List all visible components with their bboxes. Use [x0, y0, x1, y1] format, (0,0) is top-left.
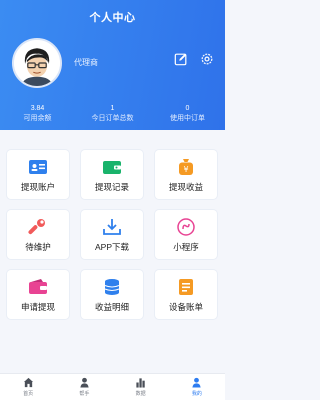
- invoice-icon: [176, 278, 196, 296]
- bar-chart-icon: [135, 377, 146, 388]
- tab-label: 我的: [191, 391, 202, 397]
- page-title: 个人中心: [89, 12, 136, 24]
- tab-helper[interactable]: 帮手: [56, 374, 112, 400]
- mini-program-icon: [176, 218, 196, 236]
- wrench-icon: [28, 218, 48, 236]
- tab-mine[interactable]: 我的: [169, 374, 225, 400]
- menu-label: 设备账单: [168, 302, 203, 312]
- menu-label: 待维护: [25, 242, 51, 252]
- svg-text:¥: ¥: [183, 165, 188, 174]
- menu-apply-withdraw[interactable]: 申请提现: [7, 270, 69, 319]
- menu-label: 提现收益: [168, 182, 203, 192]
- stat-label: 可用余额: [23, 115, 52, 122]
- home-icon: [23, 377, 34, 388]
- menu-label: 小程序: [173, 242, 199, 252]
- stat-label: 今日订单总数: [91, 115, 134, 122]
- menu-label: APP下载: [94, 242, 129, 252]
- person-icon: [79, 377, 90, 388]
- menu-label: 提现记录: [94, 182, 129, 192]
- stat-today-orders[interactable]: 1 今日订单总数: [75, 104, 150, 123]
- tab-label: 数据: [135, 391, 146, 397]
- menu-maintenance[interactable]: 待维护: [7, 210, 69, 259]
- stat-value: 1: [110, 105, 115, 112]
- avatar[interactable]: [12, 38, 62, 88]
- menu-grid: 提现账户 提现记录 ¥ 提现收益 待维护 APP下载 小程序 申请提现 收益明细…: [7, 150, 218, 319]
- settings-icon[interactable]: [200, 52, 214, 66]
- tab-home[interactable]: 首页: [0, 374, 56, 400]
- tab-label: 帮手: [79, 391, 90, 397]
- stat-label: 使用中订单: [170, 115, 205, 122]
- tab-data[interactable]: 数据: [113, 374, 169, 400]
- menu-label: 提现账户: [20, 182, 55, 192]
- stat-value: 0: [185, 105, 190, 112]
- menu-device-bill[interactable]: 设备账单: [155, 270, 217, 319]
- purse-icon: [28, 278, 48, 296]
- coins-stack-icon: [102, 278, 122, 296]
- money-bag-icon: ¥: [176, 158, 196, 176]
- stat-balance[interactable]: 3.84 可用余额: [0, 104, 75, 123]
- tab-label: 首页: [23, 391, 34, 397]
- menu-withdraw-account[interactable]: 提现账户: [7, 150, 69, 199]
- bottom-tab-bar: 首页 帮手 数据 我的: [0, 373, 225, 400]
- id-card-icon: [28, 158, 48, 176]
- menu-label: 申请提现: [20, 302, 55, 312]
- stat-active-orders[interactable]: 0 使用中订单: [150, 104, 225, 123]
- stat-value: 3.84: [30, 105, 45, 112]
- download-icon: [102, 218, 122, 236]
- menu-app-download[interactable]: APP下载: [81, 210, 143, 259]
- edit-icon[interactable]: [174, 52, 188, 66]
- stats-row: 3.84 可用余额 1 今日订单总数 0 使用中订单: [0, 104, 225, 123]
- menu-earnings-detail[interactable]: 收益明细: [81, 270, 143, 319]
- menu-withdraw-earnings[interactable]: ¥ 提现收益: [155, 150, 217, 199]
- menu-mini-program[interactable]: 小程序: [155, 210, 217, 259]
- username: 代理商: [74, 58, 98, 67]
- user-icon: [191, 377, 202, 388]
- menu-label: 收益明细: [94, 302, 129, 312]
- wallet-icon: [102, 158, 122, 176]
- profile-header: 个人中心 代理商 3.84 可用余额 1 今日订单总数 0 使用中订单: [0, 0, 225, 130]
- menu-withdraw-records[interactable]: 提现记录: [81, 150, 143, 199]
